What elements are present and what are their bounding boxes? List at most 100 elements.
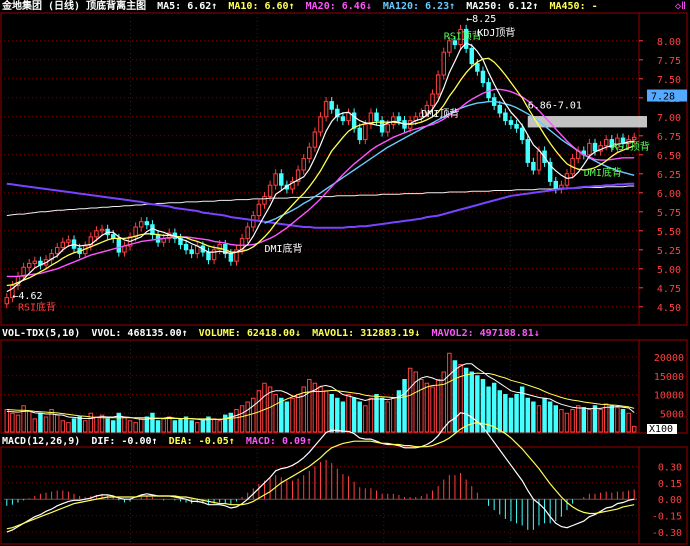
volume-bar <box>139 418 144 433</box>
last-price-label: 7.28 <box>651 92 675 103</box>
candle-body <box>301 158 306 171</box>
candle-body <box>497 104 502 114</box>
volume-bar <box>329 394 334 433</box>
candle <box>144 217 150 230</box>
volume-bar <box>71 418 77 433</box>
settings-icon[interactable]: ◇Ⅱ <box>675 1 686 12</box>
candle <box>335 104 340 122</box>
candle-body <box>385 123 390 133</box>
volume-bar <box>10 412 15 433</box>
candle-body <box>396 116 402 122</box>
candle-body <box>514 123 519 129</box>
candle-body <box>54 247 60 255</box>
ma450-line <box>6 185 635 217</box>
volume-bar <box>183 416 189 433</box>
volume-bar <box>491 382 497 433</box>
volume-bar <box>228 412 234 433</box>
vol-tick-label: 10000 <box>654 391 684 402</box>
volume-bar <box>581 407 587 433</box>
stock-chart[interactable]: 8.007.757.507.257.006.756.506.256.005.75… <box>0 0 690 546</box>
volume-bar <box>301 386 306 433</box>
candle-body <box>4 297 10 305</box>
candle-body <box>346 112 351 122</box>
candle-body <box>256 203 262 217</box>
signal-annotation: 6.86-7.01 <box>528 100 582 111</box>
candle-body <box>441 51 446 76</box>
volume-bar <box>290 397 295 433</box>
candle-body <box>435 74 441 95</box>
volume-bar <box>94 416 99 433</box>
volume-bar <box>497 390 502 433</box>
candle <box>598 141 603 156</box>
volume-bar <box>189 420 194 433</box>
candle <box>195 241 200 259</box>
candle <box>480 66 486 88</box>
volume-bar <box>357 401 362 433</box>
candle <box>4 293 10 309</box>
volume-bar <box>245 401 250 433</box>
candle-body <box>183 243 189 251</box>
ma5-readout: MA5: 6.62↑ <box>157 1 218 12</box>
volume-bar <box>340 401 346 433</box>
volume-bar <box>279 397 284 433</box>
volume-bar <box>570 409 575 433</box>
candle <box>189 245 194 259</box>
ma20-readout: MA20: 6.46↓ <box>305 1 372 12</box>
volume-bar <box>21 405 26 433</box>
candle-body <box>553 180 559 190</box>
macd-tick-label: -0.30 <box>652 528 682 539</box>
volume-bar <box>133 422 138 433</box>
candle-body <box>312 131 318 148</box>
candle-body <box>116 237 122 253</box>
candle <box>581 146 587 160</box>
volume-bar <box>620 409 626 433</box>
volume-bar <box>38 412 43 433</box>
volume-bar <box>631 425 637 433</box>
signal-annotation: RSI顶背 <box>612 140 650 153</box>
candle <box>525 135 531 167</box>
candle <box>234 245 239 266</box>
volume-bar <box>603 403 609 433</box>
volume-bar <box>346 394 351 433</box>
candle-body <box>508 120 514 125</box>
candle <box>351 108 357 133</box>
volume-bar <box>564 412 570 433</box>
volume-bar <box>15 414 21 433</box>
ma450-readout: MA450: - <box>549 1 598 12</box>
volume-bar <box>251 397 256 433</box>
volume-bar <box>150 412 155 433</box>
volume-bar <box>575 405 581 433</box>
candle <box>575 146 581 164</box>
volume-bar <box>88 412 94 433</box>
volume-bar <box>553 405 559 433</box>
volume-bar <box>217 420 222 433</box>
vol-tick-label: 20000 <box>654 353 684 364</box>
candle <box>183 239 189 255</box>
candle-body <box>531 161 536 171</box>
volume-bar <box>307 379 312 433</box>
signal-annotation: DMI顶背 <box>421 107 459 120</box>
volume-bar <box>105 418 110 433</box>
candle-body <box>228 253 234 262</box>
candle-body <box>536 150 542 171</box>
volume-bar <box>626 412 631 433</box>
price-tick-label: 8.00 <box>657 37 681 48</box>
candle-body <box>475 63 480 72</box>
volume-bar <box>77 416 82 433</box>
volume-bar <box>419 379 424 433</box>
candle-body <box>60 241 66 249</box>
price-tick-label: 6.00 <box>657 189 681 200</box>
candle-body <box>323 101 329 118</box>
candle-body <box>307 146 312 160</box>
volume-bar <box>223 414 228 433</box>
candle-body <box>430 93 435 106</box>
vol-unit-label: X100 <box>649 424 673 435</box>
volume-bar <box>463 367 469 433</box>
volume-bar <box>43 416 49 433</box>
candle <box>139 217 144 232</box>
ma120-readout: MA120: 6.23↑ <box>382 1 456 12</box>
candle <box>391 112 396 129</box>
volume-bar <box>374 394 379 433</box>
volume-bar <box>195 422 200 433</box>
macd-title: MACD(12,26,9) <box>2 436 81 447</box>
